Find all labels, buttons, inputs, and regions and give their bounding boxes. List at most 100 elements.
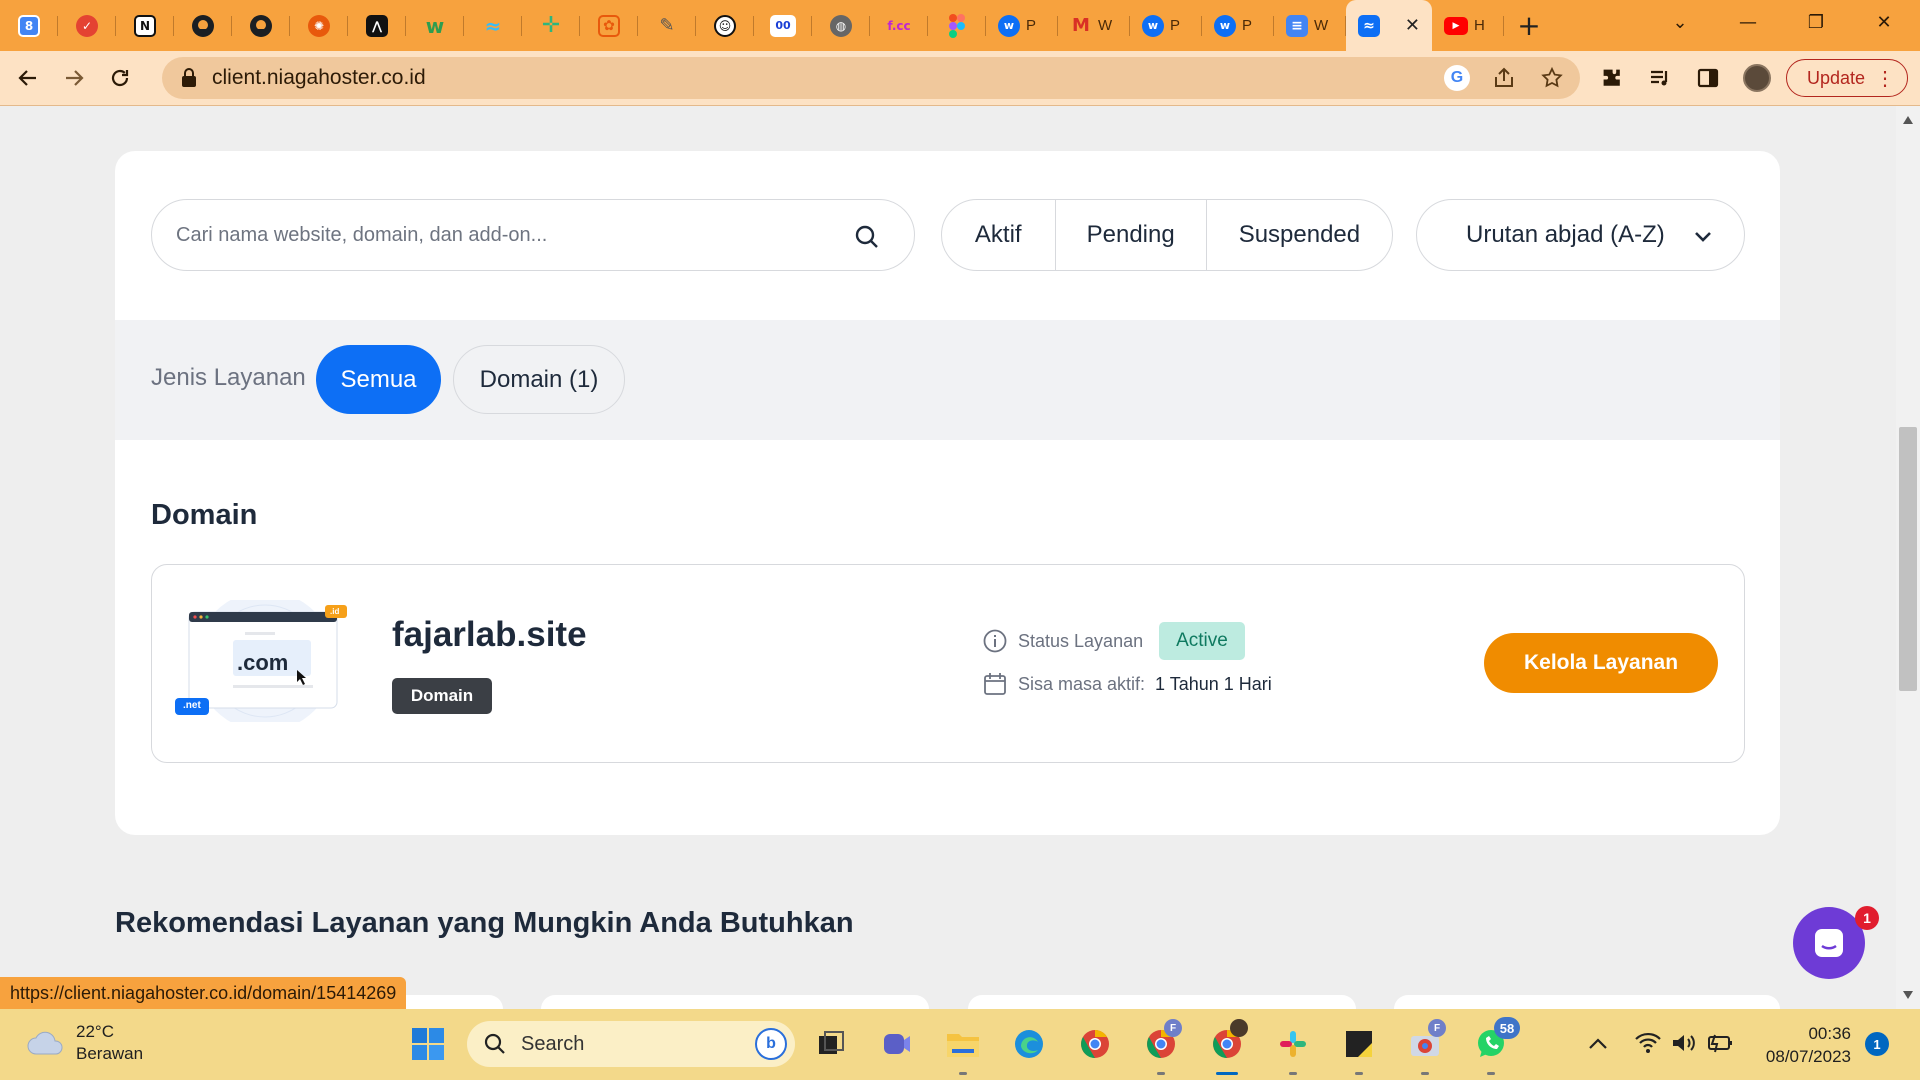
taskbar-chrome[interactable]	[1076, 1025, 1114, 1063]
side-panel-icon[interactable]	[1691, 61, 1725, 95]
google-lens-icon[interactable]: G	[1444, 65, 1470, 91]
sticky-notes-icon	[1346, 1031, 1372, 1057]
filter-pending[interactable]: Pending	[1056, 200, 1207, 270]
taskbar-chrome-active[interactable]	[1208, 1019, 1248, 1075]
asterisk-app-icon: ✺	[308, 14, 330, 37]
start-button[interactable]	[409, 1025, 447, 1063]
bing-icon[interactable]: b	[755, 1028, 787, 1060]
reload-icon	[111, 69, 129, 87]
minimize-icon[interactable]: —	[1718, 0, 1778, 44]
tab-slack-plus[interactable]: ✛	[522, 0, 580, 51]
tab-niagahoster-active[interactable]: ≈ ✕	[1346, 0, 1432, 51]
new-tab-button[interactable]: +	[1504, 0, 1554, 51]
tab-webflow-p3[interactable]: w P	[1202, 0, 1274, 51]
type-filter-all[interactable]: Semua	[316, 345, 441, 414]
chatgpt-icon: ✿	[598, 14, 620, 37]
tab-search-icon[interactable]: ⌄	[1650, 0, 1710, 44]
scroll-up-icon[interactable]	[1903, 116, 1913, 124]
profile-avatar[interactable]	[1740, 61, 1774, 95]
domain-name[interactable]: fajarlab.site	[392, 615, 587, 655]
weather-widget[interactable]: 22°C Berawan	[26, 1021, 143, 1065]
manage-service-button[interactable]: Kelola Layanan	[1484, 633, 1718, 693]
update-button[interactable]: Update ⋮	[1786, 59, 1908, 97]
tab-chatgpt[interactable]: ✿	[580, 0, 638, 51]
reload-button[interactable]	[98, 56, 142, 100]
chat-unread-badge: 1	[1855, 906, 1879, 930]
star-icon[interactable]	[1540, 66, 1564, 90]
chevron-up-icon[interactable]	[1588, 1036, 1608, 1050]
tab-infinity[interactable]: 00	[754, 0, 812, 51]
profile-avatar-icon: F	[1164, 1019, 1182, 1037]
type-filter-domain[interactable]: Domain (1)	[453, 345, 625, 414]
tab-gmail[interactable]: M W	[1058, 0, 1130, 51]
battery-charging-icon[interactable]	[1706, 1033, 1734, 1053]
running-indicator	[1421, 1072, 1429, 1075]
freecodecamp-icon: f.cc	[887, 18, 911, 33]
recommendation-card[interactable]	[541, 995, 929, 1009]
teams-chat-icon	[884, 1034, 910, 1054]
tab-grammarly[interactable]: ☺	[696, 0, 754, 51]
forward-button[interactable]	[52, 56, 96, 100]
address-bar[interactable]: client.niagahoster.co.id G	[162, 57, 1580, 99]
taskbar-teams[interactable]	[878, 1025, 916, 1063]
tab-tailwind[interactable]: ≈	[464, 0, 522, 51]
tab-google-calendar[interactable]: 8	[0, 0, 58, 51]
taskbar-edge[interactable]	[1010, 1025, 1048, 1063]
tab-todoist[interactable]: ✓	[58, 0, 116, 51]
filter-suspended[interactable]: Suspended	[1207, 200, 1392, 270]
thumbnail-net-label: .net	[183, 700, 201, 711]
tab-title: P	[1170, 17, 1181, 34]
taskbar-task-view[interactable]	[812, 1025, 850, 1063]
tab-codepen[interactable]: ⋀	[348, 0, 406, 51]
system-clock[interactable]: 00:36 08/07/2023	[1753, 1022, 1851, 1068]
taskbar-search[interactable]: Search b	[467, 1021, 795, 1067]
taskbar-file-explorer[interactable]	[944, 1025, 982, 1075]
volume-icon[interactable]	[1670, 1031, 1698, 1055]
wifi-icon[interactable]	[1634, 1031, 1662, 1055]
tab-asterisk-app[interactable]: ✺	[290, 0, 348, 51]
taskbar-whatsapp[interactable]: 58	[1472, 1017, 1520, 1075]
taskbar-chrome-profile-f[interactable]: F	[1142, 1019, 1182, 1075]
browser-tab-strip: 8 ✓ N ✺ ⋀ w ≈ ✛ ✿ ✎ ☺ 00 ◍ f.cc w P M W …	[0, 0, 1920, 51]
kebab-menu-icon[interactable]: ⋮	[1875, 66, 1895, 91]
taskbar-chrome-profile-f2[interactable]: F	[1406, 1019, 1446, 1075]
restore-icon[interactable]: ❐	[1786, 0, 1846, 44]
tab-webflow-p1[interactable]: w P	[986, 0, 1058, 51]
back-button[interactable]	[6, 56, 50, 100]
taskbar-sticky-notes[interactable]	[1340, 1025, 1378, 1075]
recommendation-card[interactable]	[968, 995, 1356, 1009]
tab-webflow-p2[interactable]: w P	[1130, 0, 1202, 51]
running-indicator	[1355, 1072, 1363, 1075]
webflow-w-icon: w	[425, 13, 445, 38]
tab-webflow-w[interactable]: w	[406, 0, 464, 51]
service-search[interactable]	[151, 199, 915, 271]
gmail-icon: M	[1072, 15, 1090, 36]
remaining-label: Sisa masa aktif:	[1018, 673, 1146, 694]
extensions-icon[interactable]	[1595, 61, 1629, 95]
tab-figma[interactable]	[928, 0, 986, 51]
scrollbar-thumb[interactable]	[1899, 427, 1917, 691]
services-card: Aktif Pending Suspended Urutan abjad (A-…	[115, 151, 1780, 835]
search-icon[interactable]	[854, 224, 880, 250]
reading-list-icon[interactable]	[1643, 61, 1677, 95]
scroll-down-icon[interactable]	[1903, 991, 1913, 999]
filter-aktif[interactable]: Aktif	[942, 200, 1056, 270]
close-window-icon[interactable]: ✕	[1854, 0, 1914, 44]
notification-center-badge[interactable]: 1	[1865, 1032, 1889, 1056]
tab-feather[interactable]: ✎	[638, 0, 696, 51]
tab-youtube[interactable]: ▶ H	[1432, 0, 1504, 51]
tab-github-2[interactable]	[232, 0, 290, 51]
sort-select[interactable]: Urutan abjad (A-Z)	[1416, 199, 1745, 271]
share-icon[interactable]	[1492, 66, 1516, 90]
remaining-line: Sisa masa aktif: 1 Tahun 1 Hari	[982, 671, 1272, 697]
tab-github-1[interactable]	[174, 0, 232, 51]
tab-notion[interactable]: N	[116, 0, 174, 51]
tab-freecodecamp[interactable]: f.cc	[870, 0, 928, 51]
search-input[interactable]	[176, 223, 816, 247]
close-tab-icon[interactable]: ✕	[1405, 15, 1420, 36]
info-icon	[983, 629, 1007, 653]
tab-globe[interactable]: ◍	[812, 0, 870, 51]
recommendation-card[interactable]	[1394, 995, 1780, 1009]
tab-google-docs[interactable]: ≡ W	[1274, 0, 1346, 51]
taskbar-slack[interactable]	[1274, 1025, 1312, 1075]
